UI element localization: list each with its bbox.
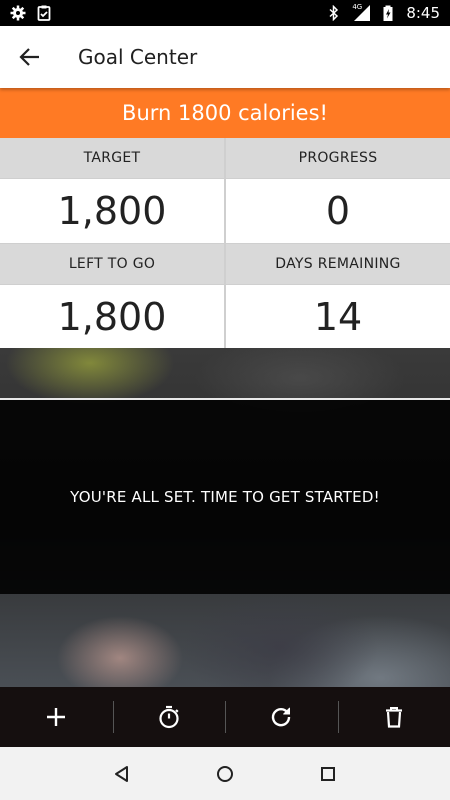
plus-icon <box>47 708 66 726</box>
stat-label: TARGET <box>0 138 224 178</box>
stat-value: 1,800 <box>0 285 224 349</box>
stat-label: PROGRESS <box>226 138 450 178</box>
nav-home-button[interactable] <box>205 754 245 794</box>
stats-row: TARGET 1,800 PROGRESS 0 <box>0 138 450 243</box>
stat-value: 1,800 <box>0 179 224 243</box>
stat-label: LEFT TO GO <box>0 244 224 284</box>
stat-value: 14 <box>226 285 450 349</box>
delete-button[interactable] <box>337 687 450 747</box>
action-bar <box>0 687 450 747</box>
back-button[interactable] <box>0 26 60 88</box>
recents-square-icon <box>321 766 336 781</box>
status-time: 8:45 <box>406 4 440 22</box>
app-bar: Goal Center <box>0 26 450 88</box>
bluetooth-icon <box>329 5 339 21</box>
refresh-button[interactable] <box>225 687 338 747</box>
signal-indicator: 4G <box>352 3 371 21</box>
arrow-back-icon <box>19 48 39 66</box>
settings-icon <box>10 5 26 21</box>
stat-label: DAYS REMAINING <box>226 244 450 284</box>
stat-days-remaining: DAYS REMAINING 14 <box>226 244 450 349</box>
stat-left-to-go: LEFT TO GO 1,800 <box>0 244 224 349</box>
status-bar: 4G 8:45 <box>0 0 450 26</box>
home-circle-icon <box>216 765 233 782</box>
stat-progress: PROGRESS 0 <box>226 138 450 243</box>
stats-row: LEFT TO GO 1,800 DAYS REMAINING 14 <box>0 244 450 349</box>
nav-recents-button[interactable] <box>308 754 348 794</box>
refresh-icon <box>272 707 291 727</box>
system-nav-bar <box>0 747 450 800</box>
trash-icon <box>385 707 402 728</box>
page-title: Goal Center <box>78 45 198 69</box>
stats-grid: TARGET 1,800 PROGRESS 0 LEFT TO GO 1,800… <box>0 138 450 349</box>
stopwatch-icon <box>159 705 179 729</box>
status-message: YOU'RE ALL SET. TIME TO GET STARTED! <box>0 398 450 594</box>
goal-banner: Burn 1800 calories! <box>0 88 450 138</box>
nav-back-button[interactable] <box>102 754 142 794</box>
stat-value: 0 <box>226 179 450 243</box>
signal-icon <box>354 5 371 21</box>
clipboard-check-icon <box>37 5 51 21</box>
stat-target: TARGET 1,800 <box>0 138 224 243</box>
timer-button[interactable] <box>112 687 226 747</box>
back-triangle-icon <box>114 765 128 782</box>
battery-icon <box>383 5 393 21</box>
add-button[interactable] <box>0 687 113 747</box>
